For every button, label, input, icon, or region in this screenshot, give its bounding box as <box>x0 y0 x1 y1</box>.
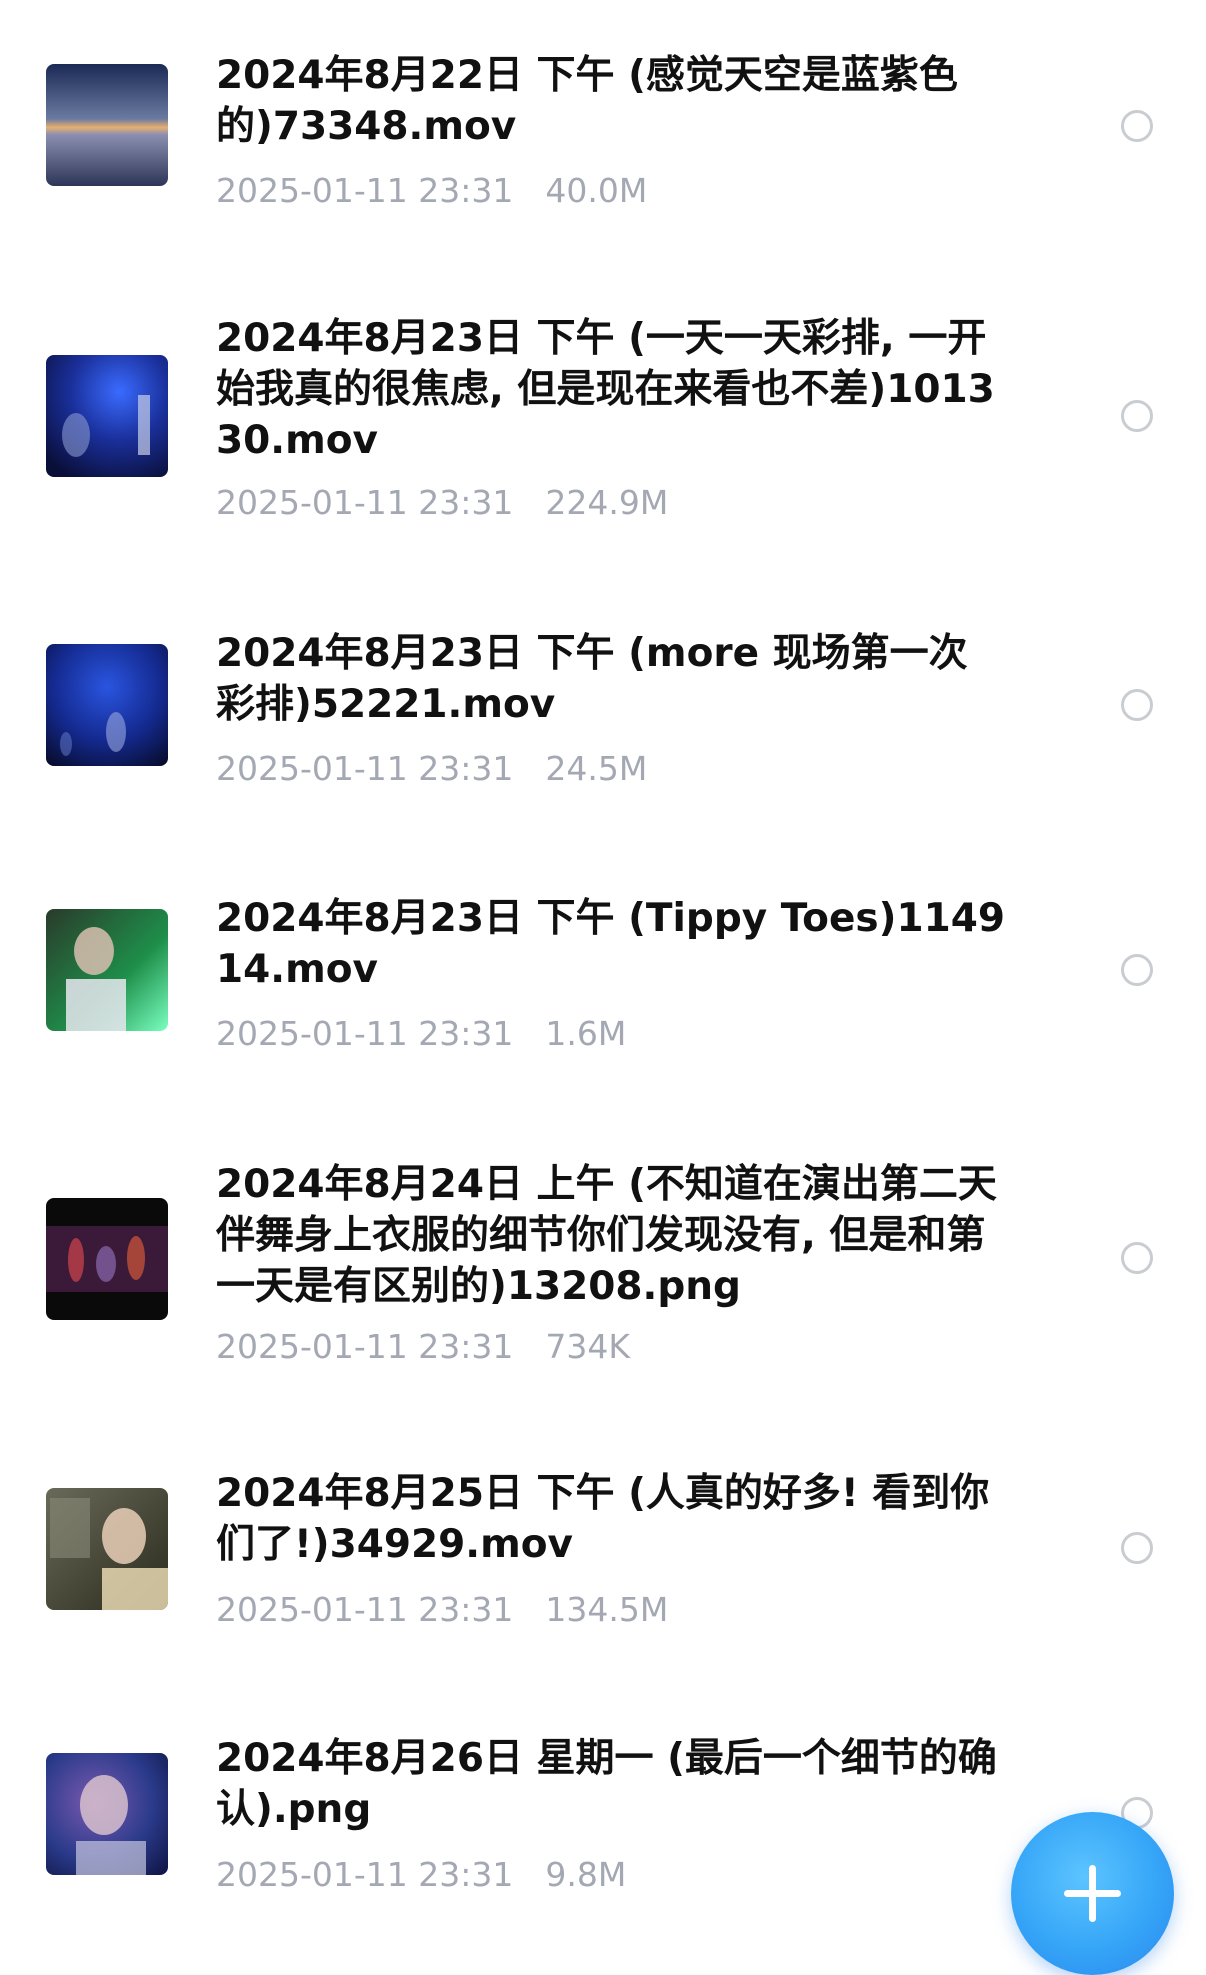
file-size: 24.5M <box>545 749 648 788</box>
file-name: 2024年8月23日 下午 (more 现场第一次彩排)52221.mov <box>216 631 968 727</box>
thumbnail-image <box>46 355 168 477</box>
thumbnail <box>46 1753 168 1875</box>
add-button[interactable] <box>1011 1812 1174 1975</box>
file-size: 734K <box>545 1327 631 1366</box>
file-name: 2024年8月24日 上午 (不知道在演出第二天伴舞身上衣服的细节你们发现没有,… <box>216 1162 997 1309</box>
file-date: 2025-01-11 23:31 <box>216 749 514 788</box>
file-name: 2024年8月26日 星期一 (最后一个细节的确认).png <box>216 1736 997 1832</box>
file-size: 134.5M <box>545 1590 669 1629</box>
select-radio[interactable] <box>1121 1532 1153 1564</box>
file-size: 9.8M <box>545 1855 627 1894</box>
thumbnail <box>46 644 168 766</box>
plus-icon <box>1064 1865 1121 1922</box>
file-date: 2025-01-11 23:31 <box>216 1590 514 1629</box>
file-meta: 2025-01-11 23:31 224.9M <box>216 483 668 523</box>
select-radio[interactable] <box>1121 400 1153 432</box>
file-name: 2024年8月23日 下午 (一天一天彩排, 一开始我真的很焦虑, 但是现在来看… <box>216 316 995 463</box>
list-item[interactable]: 2024年8月23日 下午 (Tippy Toes)114914.mov 202… <box>0 855 1206 1055</box>
file-date: 2025-01-11 23:31 <box>216 1327 514 1366</box>
thumbnail-image <box>46 1488 168 1610</box>
file-meta: 2025-01-11 23:31 9.8M <box>216 1855 626 1895</box>
thumbnail-image <box>46 1198 168 1320</box>
file-name: 2024年8月23日 下午 (Tippy Toes)114914.mov <box>216 896 1005 992</box>
file-size: 1.6M <box>545 1014 627 1053</box>
select-radio[interactable] <box>1121 689 1153 721</box>
file-name: 2024年8月22日 下午 (感觉天空是蓝紫色的)73348.mov <box>216 53 958 149</box>
file-meta: 2025-01-11 23:31 24.5M <box>216 749 647 789</box>
thumbnail-image <box>46 1753 168 1875</box>
thumbnail <box>46 909 168 1031</box>
select-radio[interactable] <box>1121 954 1153 986</box>
thumbnail <box>46 1488 168 1610</box>
list-item[interactable]: 2024年8月23日 下午 (一天一天彩排, 一开始我真的很焦虑, 但是现在来看… <box>0 300 1206 522</box>
file-size: 40.0M <box>545 171 648 210</box>
file-date: 2025-01-11 23:31 <box>216 1014 514 1053</box>
file-date: 2025-01-11 23:31 <box>216 1855 514 1894</box>
file-meta: 2025-01-11 23:31 134.5M <box>216 1590 668 1630</box>
select-radio[interactable] <box>1121 110 1153 142</box>
thumbnail-image <box>46 644 168 766</box>
thumbnail <box>46 355 168 477</box>
file-date: 2025-01-11 23:31 <box>216 171 514 210</box>
file-size: 224.9M <box>545 483 669 522</box>
thumbnail <box>46 1198 168 1320</box>
thumbnail <box>46 64 168 186</box>
list-item[interactable]: 2024年8月25日 下午 (人真的好多! 看到你们了!)34929.mov 2… <box>0 1440 1206 1640</box>
file-name: 2024年8月25日 下午 (人真的好多! 看到你们了!)34929.mov <box>216 1471 990 1567</box>
list-item[interactable]: 2024年8月24日 上午 (不知道在演出第二天伴舞身上衣服的细节你们发现没有,… <box>0 1150 1206 1366</box>
file-meta: 2025-01-11 23:31 40.0M <box>216 171 647 211</box>
file-list: 2024年8月22日 下午 (感觉天空是蓝紫色的)73348.mov 2025-… <box>0 0 1206 1969</box>
select-radio[interactable] <box>1121 1242 1153 1274</box>
file-meta: 2025-01-11 23:31 1.6M <box>216 1014 626 1054</box>
list-item[interactable]: 2024年8月22日 下午 (感觉天空是蓝紫色的)73348.mov 2025-… <box>0 0 1206 210</box>
file-date: 2025-01-11 23:31 <box>216 483 514 522</box>
list-item[interactable]: 2024年8月23日 下午 (more 现场第一次彩排)52221.mov 20… <box>0 590 1206 790</box>
thumbnail-image <box>46 64 168 186</box>
file-meta: 2025-01-11 23:31 734K <box>216 1327 630 1367</box>
thumbnail-image <box>46 909 168 1031</box>
